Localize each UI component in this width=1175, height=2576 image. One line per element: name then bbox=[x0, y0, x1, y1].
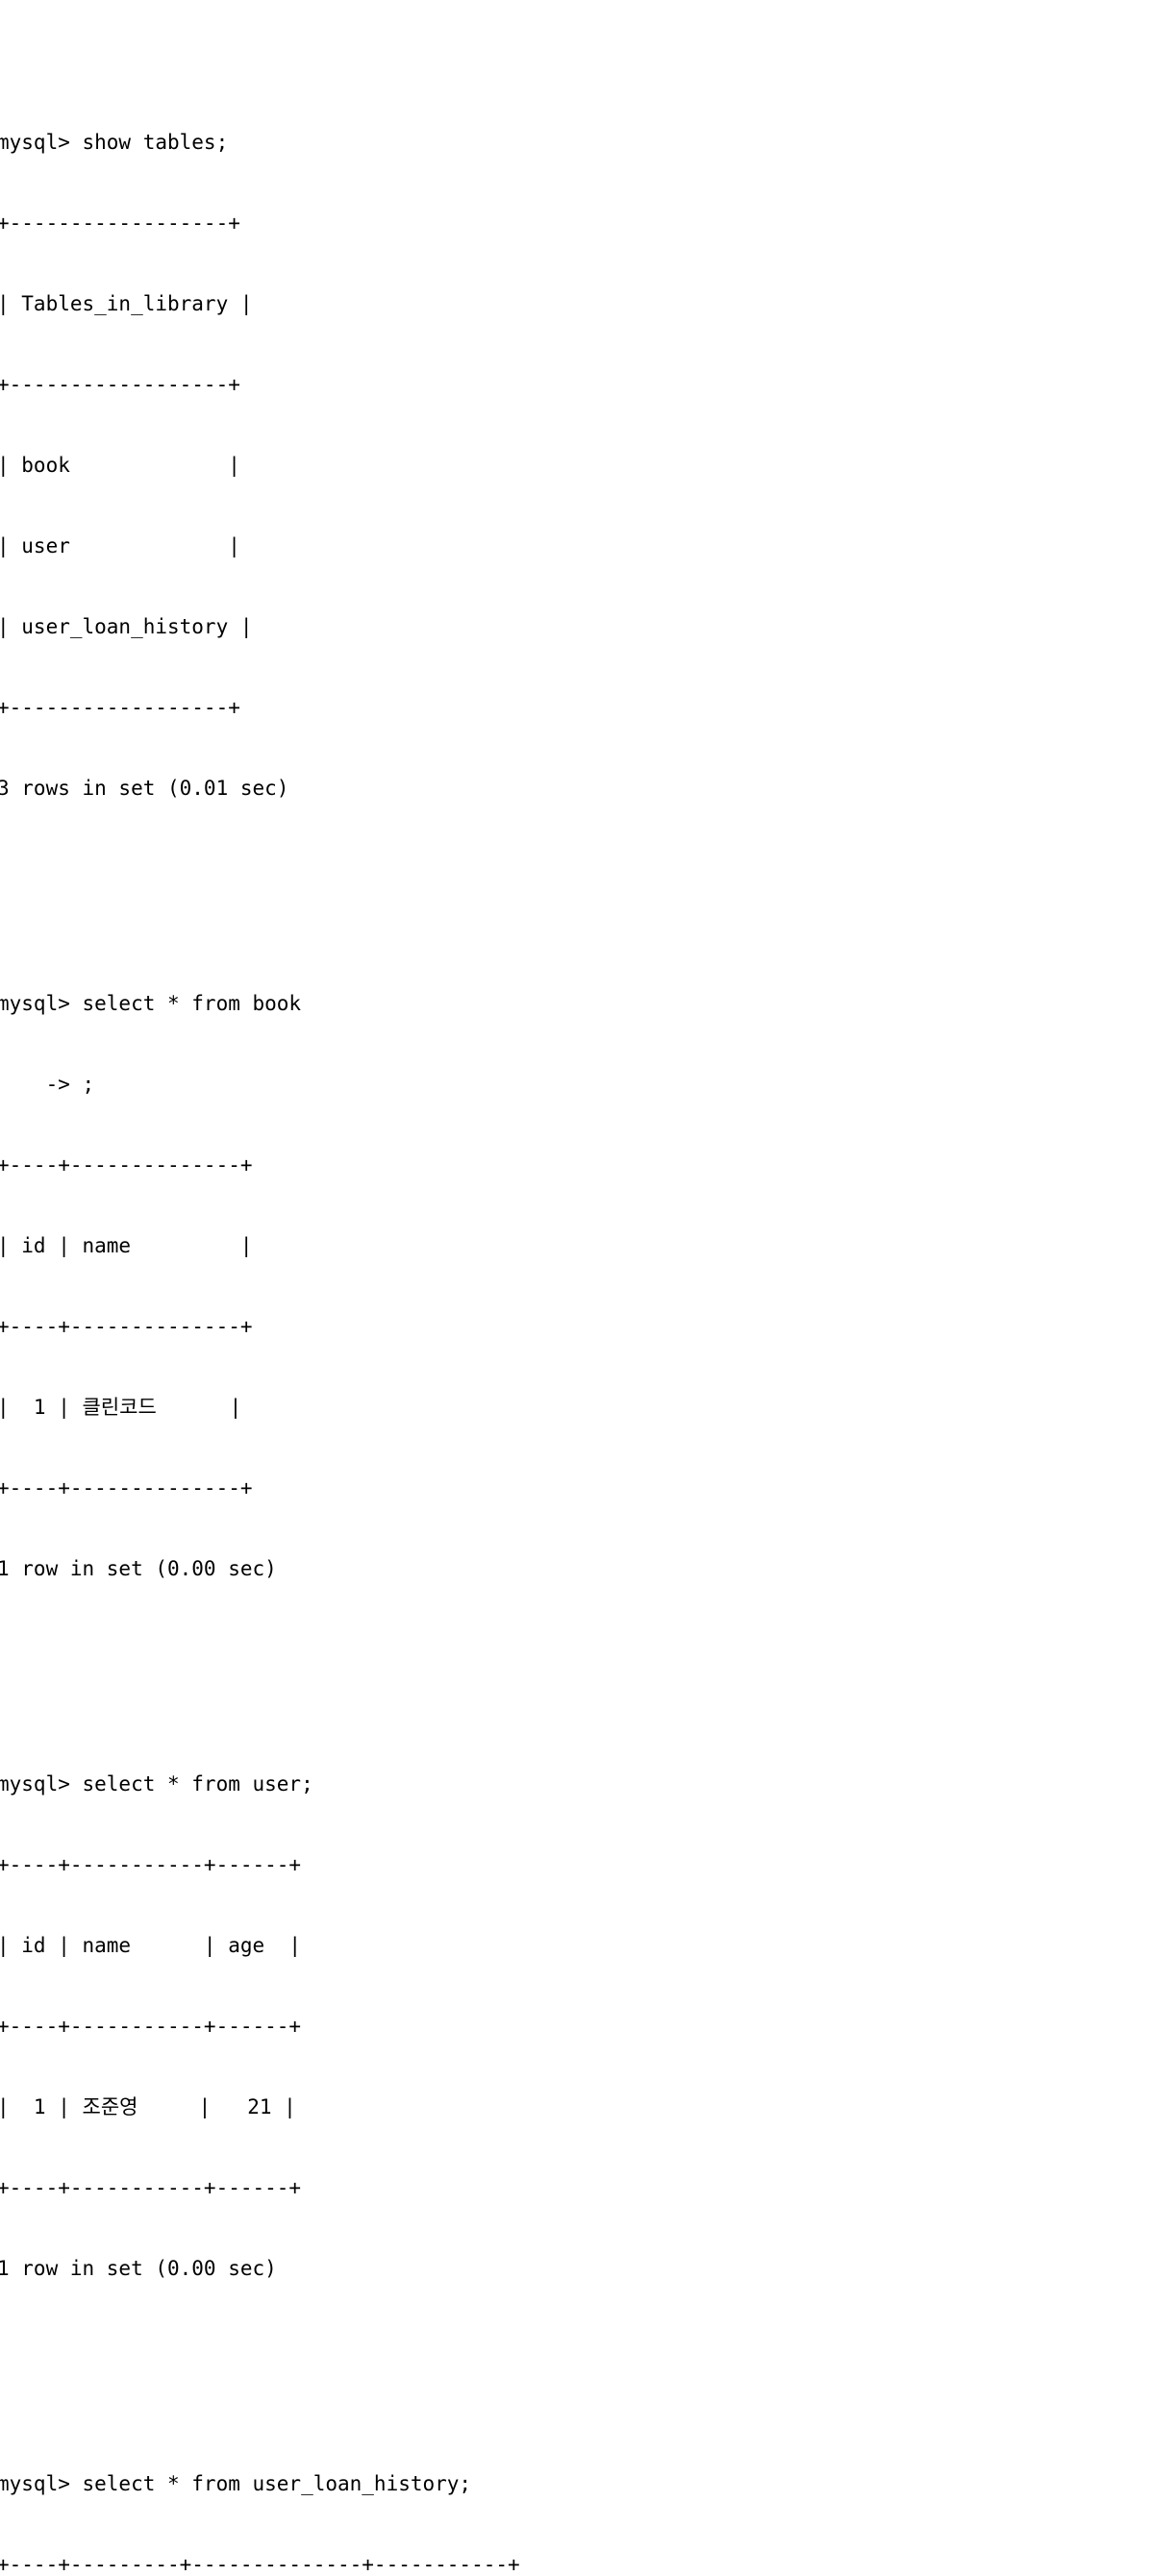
terminal-output[interactable]: mysql> show tables; +------------------+… bbox=[0, 21, 1175, 2576]
table-row: | 1 | 조준영 | 21 | bbox=[0, 2095, 296, 2118]
command-line: mysql> show tables; bbox=[0, 131, 229, 154]
table-header-row: | id | name | bbox=[0, 1234, 253, 1257]
table-header-row: | Tables_in_library | bbox=[0, 292, 253, 315]
table-separator: +----+-----------+------+ bbox=[0, 2176, 302, 2199]
table-separator: +----+--------------+ bbox=[0, 1315, 253, 1338]
table-row: | user | bbox=[0, 534, 240, 557]
continuation-line: -> ; bbox=[0, 1073, 95, 1096]
table-separator: +----+---------+--------------+---------… bbox=[0, 2553, 520, 2576]
command-line: mysql> select * from book bbox=[0, 992, 302, 1015]
result-status: 1 row in set (0.00 sec) bbox=[0, 2257, 277, 2280]
table-header-row: | id | name | age | bbox=[0, 1934, 302, 1957]
result-status: 1 row in set (0.00 sec) bbox=[0, 1557, 277, 1580]
table-row: | user_loan_history | bbox=[0, 615, 253, 638]
table-separator: +------------------+ bbox=[0, 211, 240, 235]
table-separator: +----+--------------+ bbox=[0, 1153, 253, 1177]
table-separator: +----+-----------+------+ bbox=[0, 2015, 302, 2038]
command-line: mysql> select * from user; bbox=[0, 1772, 313, 1796]
command-line: mysql> select * from user_loan_history; bbox=[0, 2472, 472, 2495]
table-row: | 1 | 클린코드 | bbox=[0, 1396, 242, 1419]
table-separator: +------------------+ bbox=[0, 696, 240, 719]
result-status: 3 rows in set (0.01 sec) bbox=[0, 777, 289, 800]
table-separator: +------------------+ bbox=[0, 373, 240, 396]
table-separator: +----+-----------+------+ bbox=[0, 1853, 302, 1876]
table-row: | book | bbox=[0, 454, 240, 477]
table-separator: +----+--------------+ bbox=[0, 1476, 253, 1499]
